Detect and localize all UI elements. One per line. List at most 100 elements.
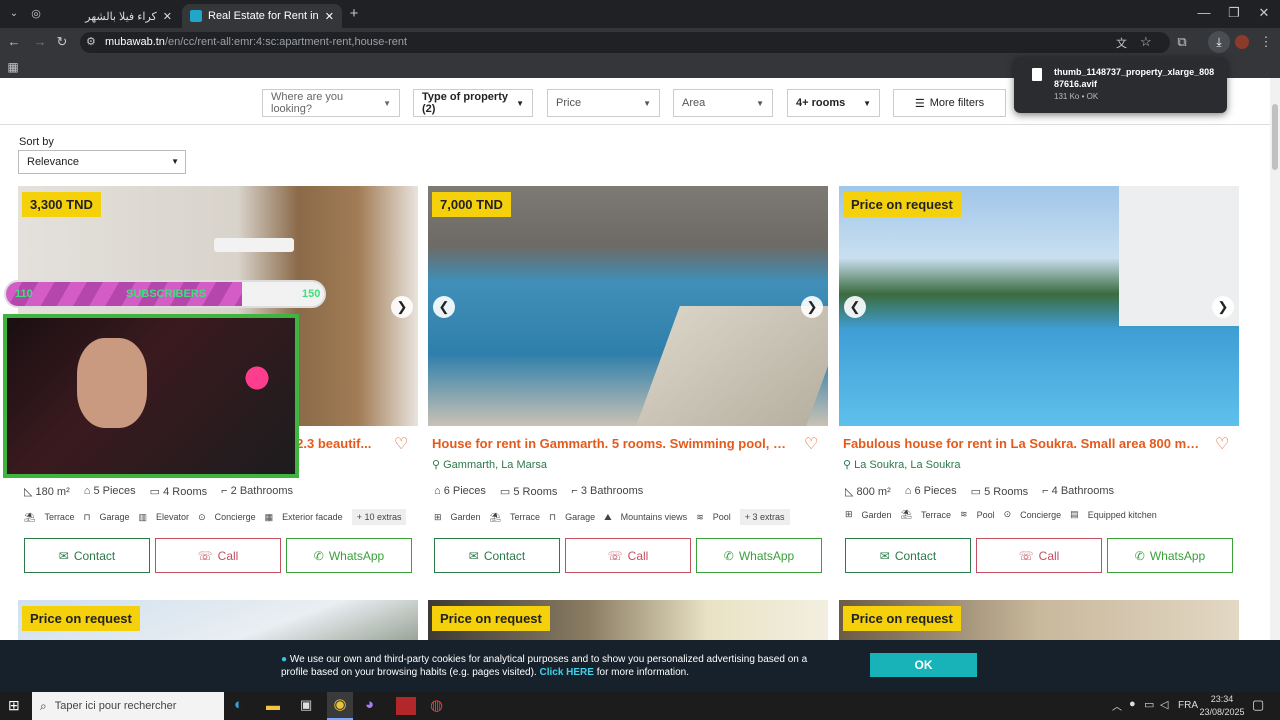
concierge-icon: ⊙ bbox=[198, 511, 206, 522]
listing-title[interactable]: Fabulous house for rent in La Soukra. Sm… bbox=[843, 436, 1203, 451]
apps-grid-icon[interactable]: ▦ bbox=[3, 57, 23, 77]
store-icon[interactable]: ▣ bbox=[300, 697, 312, 713]
edge-icon[interactable]: ◐ bbox=[234, 696, 243, 713]
notifications-icon[interactable]: ▢ bbox=[1252, 697, 1264, 713]
restore-icon[interactable]: ❐ bbox=[1224, 3, 1244, 23]
more-filters-button[interactable]: ☰ More filters bbox=[893, 89, 1006, 117]
mubawab-favicon-icon bbox=[190, 10, 202, 22]
area-icon: ◺ bbox=[845, 486, 857, 498]
cookie-text: ● We use our own and third-party cookies… bbox=[281, 654, 808, 678]
network-icon[interactable]: ▭ bbox=[1144, 698, 1154, 711]
contact-button[interactable]: ✉ Contact bbox=[845, 538, 971, 573]
scrollbar-thumb[interactable] bbox=[1272, 104, 1278, 170]
price-badge: Price on request bbox=[22, 606, 140, 631]
close-icon[interactable]: ✕ bbox=[163, 10, 172, 23]
garage-icon: ⊓ bbox=[83, 511, 91, 522]
address-bar[interactable]: ⚙ mubawab.tn/en/cc/rent-all:emr:4:sc:apa… bbox=[80, 32, 1170, 53]
url-path: /en/cc/rent-all:emr:4:sc:apartment-rent,… bbox=[164, 36, 408, 48]
whatsapp-button[interactable]: ✆ WhatsApp bbox=[286, 538, 412, 573]
heart-icon[interactable]: ♡ bbox=[804, 434, 818, 454]
call-button[interactable]: ☏ Call bbox=[155, 538, 281, 573]
whatsapp-icon: ✆ bbox=[313, 548, 324, 563]
sort-select[interactable]: Relevance ▼ bbox=[18, 150, 186, 174]
air-conditioner-shape bbox=[214, 238, 294, 252]
price-badge: Price on request bbox=[843, 606, 961, 631]
listing-photo[interactable]: 7,000 TND ❮ ❯ bbox=[428, 186, 828, 426]
windows-start-icon[interactable]: ⊞ bbox=[8, 697, 20, 714]
contact-button[interactable]: ✉ Contact bbox=[24, 538, 150, 573]
back-icon[interactable]: ← bbox=[4, 32, 24, 52]
chevron-right-icon[interactable]: ❯ bbox=[391, 296, 413, 318]
chevron-left-icon[interactable]: ❮ bbox=[844, 296, 866, 318]
pieces-icon: ⌂ bbox=[83, 485, 94, 497]
chrome-taskbar-icon[interactable]: ◉ bbox=[327, 692, 353, 720]
window-close-icon[interactable]: ✕ bbox=[1254, 3, 1274, 23]
menu-icon[interactable]: ⋮ bbox=[1256, 32, 1276, 52]
file-explorer-icon[interactable]: ▬ bbox=[266, 697, 280, 713]
pieces-icon: ⌂ bbox=[434, 485, 444, 497]
listing-title[interactable]: House for rent in Gammarth. 5 rooms. Swi… bbox=[432, 436, 792, 451]
concierge-icon: ⊙ bbox=[1003, 509, 1012, 519]
heart-icon[interactable]: ♡ bbox=[1215, 434, 1229, 454]
reload-icon[interactable]: ↻ bbox=[52, 32, 72, 52]
call-button[interactable]: ☏ Call bbox=[976, 538, 1102, 573]
download-popup[interactable]: thumb_1148737_property_xlarge_80887616.a… bbox=[1014, 57, 1227, 113]
tab-villa[interactable]: كراء فيلا بالشهر ✕ bbox=[50, 4, 180, 28]
close-icon[interactable]: ✕ bbox=[325, 10, 334, 23]
area-filter[interactable]: Area ▼ bbox=[673, 89, 773, 117]
whatsapp-button[interactable]: ✆ WhatsApp bbox=[696, 538, 822, 573]
clock-date[interactable]: 23/08/2025 bbox=[1198, 707, 1246, 717]
garage-icon: ⊓ bbox=[549, 511, 557, 522]
listing-features: ⊞ Garden ⛱ Terrace ≋ Pool ⊙ Concierge ▤ Equip… bbox=[845, 509, 1157, 520]
bed-icon: ▭ bbox=[149, 486, 164, 498]
listing-facts: ◺ 800 m² ⌂ 6 Pieces ▭ 5 Rooms ⌐ 4 Bathro… bbox=[845, 485, 1115, 498]
tab-title: Real Estate for Rent in Tunisia, F bbox=[208, 10, 319, 22]
scrollbar[interactable] bbox=[1270, 78, 1280, 692]
listing-location: ⚲ La Soukra, La Soukra bbox=[843, 459, 961, 471]
goal-label: SUBSCRIBERS bbox=[126, 288, 207, 300]
property-type-label: Type of property (2) bbox=[422, 91, 508, 115]
volume-icon[interactable]: ◁ bbox=[1160, 698, 1168, 711]
contact-button[interactable]: ✉ Contact bbox=[434, 538, 560, 573]
bookmark-star-icon[interactable]: ☆ bbox=[1140, 34, 1152, 50]
tray-chevron-icon[interactable]: ︿ bbox=[1112, 698, 1122, 713]
download-icon[interactable]: ⤓ bbox=[1208, 31, 1230, 53]
property-type-filter[interactable]: Type of property (2) ▼ bbox=[413, 89, 533, 117]
clock-time[interactable]: 23:34 bbox=[1202, 694, 1242, 704]
chevron-right-icon[interactable]: ❯ bbox=[801, 296, 823, 318]
envelope-icon: ✉ bbox=[879, 548, 890, 563]
file-icon bbox=[1032, 68, 1042, 81]
messenger-icon[interactable]: ◕ bbox=[365, 696, 374, 713]
listing-photo[interactable]: Price on request ❮ ❯ bbox=[839, 186, 1239, 426]
whatsapp-button[interactable]: ✆ WhatsApp bbox=[1107, 538, 1233, 573]
price-filter[interactable]: Price ▼ bbox=[547, 89, 660, 117]
language-indicator[interactable]: FRA bbox=[1178, 700, 1198, 711]
whatsapp-icon: ✆ bbox=[723, 548, 734, 563]
rooms-filter[interactable]: 4+ rooms ▼ bbox=[787, 89, 880, 117]
chevron-right-icon[interactable]: ❯ bbox=[1212, 296, 1234, 318]
extras-badge[interactable]: + 10 extras bbox=[351, 509, 407, 525]
location-filter[interactable]: Where are you looking? ▼ bbox=[262, 89, 400, 117]
cookie-ok-button[interactable]: OK bbox=[870, 653, 977, 677]
heart-icon[interactable]: ♡ bbox=[394, 434, 408, 454]
minimize-icon[interactable]: — bbox=[1194, 3, 1214, 23]
garden-icon: ⊞ bbox=[845, 509, 853, 519]
taskbar-search[interactable]: ⌕ Taper ici pour rechercher bbox=[32, 692, 224, 720]
cookie-link[interactable]: Click HERE bbox=[539, 667, 593, 678]
whatsapp-icon: ✆ bbox=[1134, 548, 1145, 563]
microphone-icon[interactable]: ● bbox=[1129, 698, 1136, 710]
extensions-icon[interactable]: ⧉ bbox=[1172, 32, 1192, 52]
subscriber-goal-bar: 110 SUBSCRIBERS 150 bbox=[4, 280, 326, 308]
translate-icon[interactable]: 文 bbox=[1116, 35, 1127, 51]
site-info-icon[interactable]: ⚙ bbox=[86, 35, 96, 48]
video-app-icon[interactable] bbox=[396, 697, 416, 715]
new-tab-icon[interactable]: + bbox=[344, 4, 364, 24]
profile-avatar[interactable] bbox=[1235, 35, 1249, 49]
tab-search-icon[interactable]: ⌄ bbox=[4, 4, 24, 24]
forward-icon[interactable]: → bbox=[30, 32, 50, 52]
extras-badge[interactable]: + 3 extras bbox=[739, 509, 790, 525]
obs-icon[interactable]: ◍ bbox=[430, 696, 443, 714]
chevron-left-icon[interactable]: ❮ bbox=[433, 296, 455, 318]
tab-mubawab[interactable]: Real Estate for Rent in Tunisia, F ✕ bbox=[182, 4, 342, 28]
call-button[interactable]: ☏ Call bbox=[565, 538, 691, 573]
